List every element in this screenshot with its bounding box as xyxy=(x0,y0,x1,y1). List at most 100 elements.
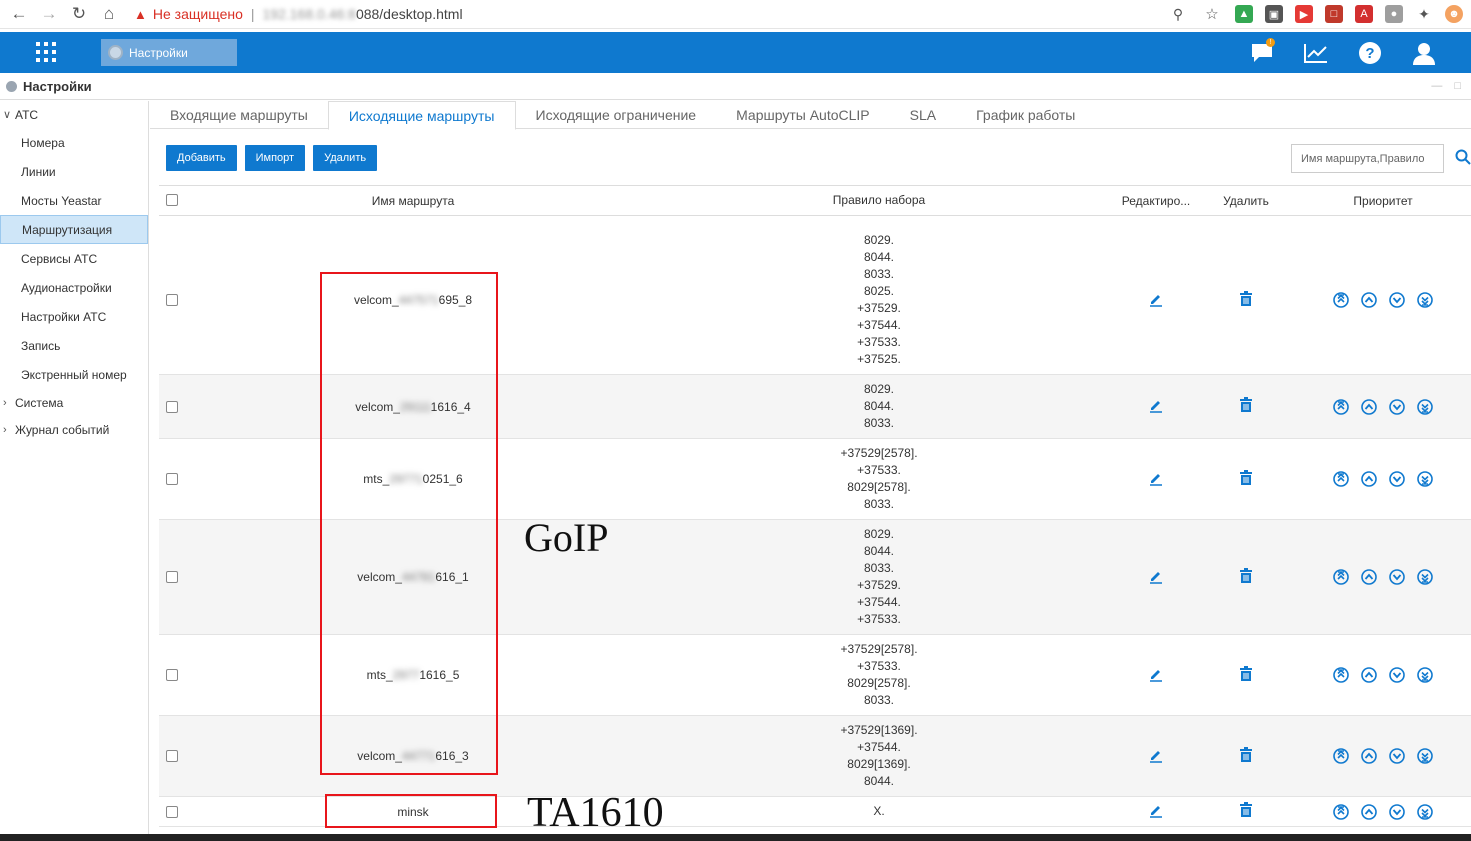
reload-icon[interactable]: ↻ xyxy=(68,3,90,25)
column-header-name[interactable]: Имя маршрута xyxy=(313,194,513,208)
zoom-icon[interactable]: ⚲ xyxy=(1167,3,1189,25)
delete-button[interactable]: Удалить xyxy=(313,145,378,171)
sidebar-group-pbx[interactable]: ∨ АТС xyxy=(0,101,148,128)
edit-route-button[interactable] xyxy=(1119,747,1193,766)
edit-route-button[interactable] xyxy=(1119,666,1193,685)
add-button[interactable]: Добавить xyxy=(166,145,237,171)
messages-icon[interactable]: ! xyxy=(1249,38,1275,66)
move-top-icon[interactable] xyxy=(1333,748,1349,764)
sidebar-item-pbx-settings[interactable]: Настройки АТС xyxy=(0,302,148,331)
screenshot-icon[interactable]: □ xyxy=(1325,5,1343,23)
move-up-icon[interactable] xyxy=(1361,292,1377,308)
delete-route-button[interactable] xyxy=(1209,290,1283,310)
move-down-icon[interactable] xyxy=(1389,471,1405,487)
move-up-icon[interactable] xyxy=(1361,471,1377,487)
sidebar-item-bridges[interactable]: Мосты Yeastar xyxy=(0,186,148,215)
move-bottom-icon[interactable] xyxy=(1417,569,1433,585)
move-up-icon[interactable] xyxy=(1361,569,1377,585)
maximize-icon[interactable]: □ xyxy=(1454,80,1461,92)
tab-sla[interactable]: SLA xyxy=(890,101,956,129)
url-host[interactable]: 192.168.0.46:8 xyxy=(263,6,356,22)
move-top-icon[interactable] xyxy=(1333,569,1349,585)
delete-route-button[interactable] xyxy=(1209,567,1283,587)
bookmark-star-icon[interactable]: ☆ xyxy=(1201,3,1223,25)
move-up-icon[interactable] xyxy=(1361,803,1377,820)
puzzle-icon[interactable]: ✦ xyxy=(1415,5,1433,23)
settings-app-tab[interactable]: Настройки xyxy=(101,39,237,66)
avatar[interactable]: ☻ xyxy=(1445,5,1463,23)
move-bottom-icon[interactable] xyxy=(1417,803,1433,820)
move-down-icon[interactable] xyxy=(1389,398,1405,415)
move-up-icon[interactable] xyxy=(1361,667,1377,683)
row-checkbox[interactable] xyxy=(166,669,178,681)
database-icon[interactable]: ● xyxy=(1385,5,1403,23)
video-extension-icon[interactable]: ▶ xyxy=(1295,5,1313,23)
move-bottom-icon[interactable] xyxy=(1417,292,1433,308)
move-top-icon[interactable] xyxy=(1333,471,1349,487)
edit-route-button[interactable] xyxy=(1119,802,1193,821)
security-warning[interactable]: ▲ Не защищено xyxy=(134,6,243,22)
row-checkbox[interactable] xyxy=(166,473,178,485)
edit-route-button[interactable] xyxy=(1119,568,1193,587)
sidebar-item-extensions[interactable]: Номера xyxy=(0,128,148,157)
move-down-icon[interactable] xyxy=(1389,803,1405,820)
help-icon[interactable]: ? xyxy=(1357,40,1383,66)
home-icon[interactable]: ⌂ xyxy=(98,3,120,25)
move-bottom-icon[interactable] xyxy=(1417,471,1433,487)
move-down-icon[interactable] xyxy=(1389,292,1405,308)
select-all-checkbox[interactable] xyxy=(166,194,178,206)
delete-route-button[interactable] xyxy=(1209,746,1283,766)
edit-route-button[interactable] xyxy=(1119,291,1193,310)
delete-route-button[interactable] xyxy=(1209,665,1283,685)
delete-route-button[interactable] xyxy=(1209,397,1283,416)
tab-autoclip-routes[interactable]: Маршруты AutoCLIP xyxy=(716,101,890,129)
tab-outbound-restriction[interactable]: Исходящие ограничение xyxy=(516,101,717,129)
move-down-icon[interactable] xyxy=(1389,667,1405,683)
sidebar-group-event-log[interactable]: › Журнал событий xyxy=(0,416,148,443)
sidebar-item-trunks[interactable]: Линии xyxy=(0,157,148,186)
sidebar-group-system[interactable]: › Система xyxy=(0,389,148,416)
move-up-icon[interactable] xyxy=(1361,398,1377,415)
search-icon[interactable] xyxy=(1455,149,1471,165)
statistics-icon[interactable] xyxy=(1303,40,1329,66)
tab-inbound-routes[interactable]: Входящие маршруты xyxy=(150,101,328,129)
delete-route-button[interactable] xyxy=(1209,469,1283,489)
search-input[interactable]: Имя маршрута,Правило xyxy=(1291,144,1444,173)
row-checkbox[interactable] xyxy=(166,294,178,306)
sidebar-item-emergency[interactable]: Экстренный номер xyxy=(0,360,148,389)
tab-outbound-routes[interactable]: Исходящие маршруты xyxy=(327,101,516,130)
move-bottom-icon[interactable] xyxy=(1417,667,1433,683)
move-top-icon[interactable] xyxy=(1333,667,1349,683)
row-checkbox[interactable] xyxy=(166,571,178,583)
move-top-icon[interactable] xyxy=(1333,398,1349,415)
import-button[interactable]: Импорт xyxy=(244,145,306,171)
move-up-icon[interactable] xyxy=(1361,748,1377,764)
pdf-icon[interactable]: A xyxy=(1355,5,1373,23)
column-header-rule[interactable]: Правило набора xyxy=(779,192,979,209)
move-down-icon[interactable] xyxy=(1389,569,1405,585)
edit-route-button[interactable] xyxy=(1119,470,1193,489)
row-checkbox[interactable] xyxy=(166,805,178,818)
user-account-icon[interactable] xyxy=(1411,40,1437,66)
sidebar-item-audio[interactable]: Аудионастройки xyxy=(0,273,148,302)
minimize-icon[interactable]: — xyxy=(1431,80,1442,92)
row-checkbox[interactable] xyxy=(166,750,178,762)
move-top-icon[interactable] xyxy=(1333,292,1349,308)
apps-grid-icon[interactable] xyxy=(36,42,56,62)
back-icon[interactable]: ← xyxy=(8,3,30,25)
url-path[interactable]: 088/desktop.html xyxy=(356,6,463,22)
forward-icon[interactable]: → xyxy=(38,3,60,25)
sidebar-item-routing[interactable]: Маршрутизация xyxy=(0,215,148,244)
sidebar-item-recording[interactable]: Запись xyxy=(0,331,148,360)
row-checkbox[interactable] xyxy=(166,400,178,413)
move-down-icon[interactable] xyxy=(1389,748,1405,764)
tab-schedule[interactable]: График работы xyxy=(956,101,1095,129)
drive-icon[interactable]: ▲ xyxy=(1235,5,1253,23)
edit-route-button[interactable] xyxy=(1119,397,1193,416)
move-bottom-icon[interactable] xyxy=(1417,748,1433,764)
extension-icon[interactable]: ▣ xyxy=(1265,5,1283,23)
move-bottom-icon[interactable] xyxy=(1417,398,1433,415)
sidebar-item-pbx-services[interactable]: Сервисы АТС xyxy=(0,244,148,273)
delete-route-button[interactable] xyxy=(1209,802,1283,821)
move-top-icon[interactable] xyxy=(1333,803,1349,820)
